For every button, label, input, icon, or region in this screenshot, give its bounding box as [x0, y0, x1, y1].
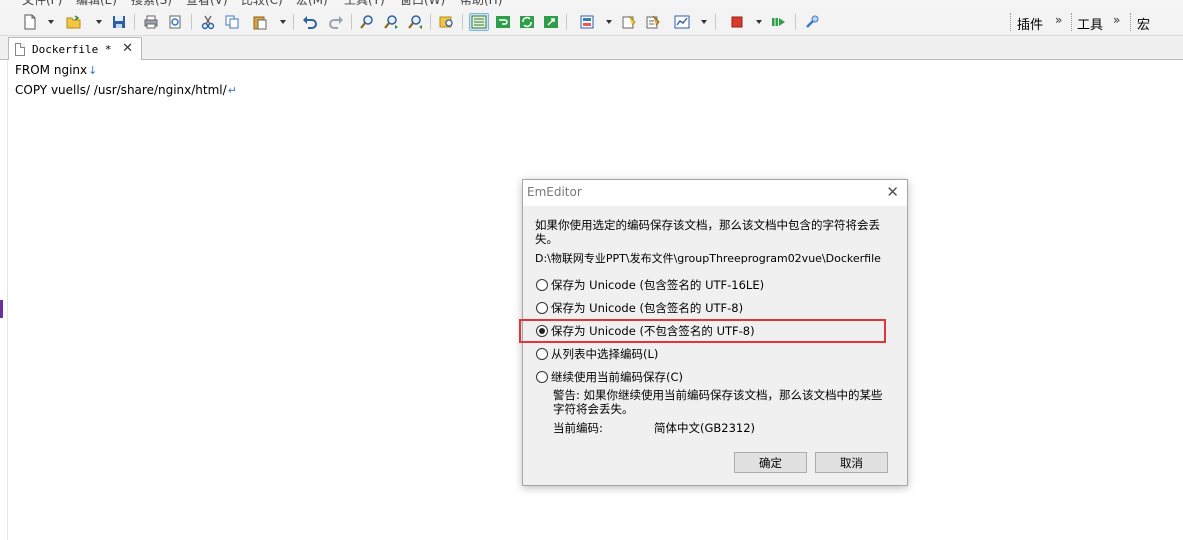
main-toolbar: 插件 » 工具 » 宏 — [0, 8, 1183, 36]
menu-edit[interactable]: 编辑(E) — [76, 0, 117, 8]
menu-bar: 文件(F) 编辑(E) 搜索(S) 查看(V) 比较(C) 宏(M) 工具(T)… — [0, 0, 1183, 8]
option-label: 从列表中选择编码(L) — [551, 347, 659, 361]
code-text: FROM nginx — [15, 63, 88, 77]
line-numbers-icon[interactable] — [469, 13, 489, 31]
menu-view[interactable]: 查看(V) — [186, 0, 228, 8]
find-icon[interactable] — [357, 13, 377, 31]
open-dropdown[interactable] — [94, 13, 104, 31]
code-line[interactable]: FROM nginx↓ — [15, 63, 97, 77]
tab-title: Dockerfile * — [32, 42, 112, 56]
menu-search[interactable]: 搜索(S) — [131, 0, 172, 8]
option-label: 保存为 Unicode (包含签名的 UTF-16LE) — [551, 278, 765, 292]
emeditor-window: 文件(F) 编辑(E) 搜索(S) 查看(V) 比较(C) 宏(M) 工具(T)… — [0, 0, 1183, 540]
tab-dockerfile[interactable]: Dockerfile * ✕ — [8, 37, 142, 60]
radio-button[interactable] — [536, 371, 548, 383]
close-icon[interactable]: ✕ — [886, 183, 899, 201]
customize-icon[interactable] — [643, 13, 663, 31]
newline-marker: ↵ — [227, 84, 237, 97]
newline-marker: ↓ — [88, 64, 98, 77]
option-label: 继续使用当前编码保存(C) — [551, 370, 684, 384]
current-encoding-value: 简体中文(GB2312) — [654, 421, 756, 435]
current-encoding-label: 当前编码: — [553, 421, 603, 435]
radio-button-selected[interactable] — [536, 325, 548, 337]
refresh-icon[interactable] — [517, 13, 537, 31]
tools-toolbar-label[interactable]: 工具 — [1077, 14, 1103, 33]
chart-view-icon[interactable] — [672, 13, 692, 31]
open-folder-icon[interactable] — [64, 13, 84, 31]
plugins-overflow-icon[interactable]: » — [1055, 13, 1062, 27]
document-tab-bar: Dockerfile * ✕ — [0, 36, 1183, 60]
record-macro-icon[interactable] — [727, 13, 747, 31]
split-window-icon[interactable] — [577, 13, 597, 31]
undo-icon[interactable] — [300, 13, 320, 31]
tools-overflow-icon[interactable]: » — [1113, 13, 1120, 27]
encoding-warning-dialog: EmEditor ✕ 如果你使用选定的编码保存该文档，那么该文档中包含的字符将会… — [519, 179, 908, 486]
file-path: D:\物联网专业PPT\发布文件\groupThreeprogram02vue\… — [535, 252, 881, 265]
cut-icon[interactable] — [198, 13, 218, 31]
new-file-dropdown[interactable] — [46, 13, 56, 31]
ok-button[interactable]: 确定 — [734, 452, 807, 473]
radio-button[interactable] — [536, 279, 548, 291]
plugins-toolbar-label[interactable]: 插件 — [1017, 14, 1043, 33]
menu-window[interactable]: 窗口(W) — [400, 0, 445, 8]
wrap-icon[interactable] — [493, 13, 513, 31]
find-next-icon[interactable] — [381, 13, 401, 31]
menu-compare[interactable]: 比较(C) — [241, 0, 283, 8]
print-preview-icon[interactable] — [165, 13, 185, 31]
toolbar-grip[interactable] — [1130, 13, 1133, 31]
option-utf16le-with-bom[interactable]: 保存为 Unicode (包含签名的 UTF-16LE) — [536, 276, 764, 294]
option-utf8-with-bom[interactable]: 保存为 Unicode (包含签名的 UTF-8) — [536, 299, 743, 317]
redo-icon[interactable] — [326, 13, 346, 31]
properties-icon[interactable] — [619, 13, 639, 31]
cancel-button[interactable]: 取消 — [815, 452, 888, 473]
option-choose-from-list[interactable]: 从列表中选择编码(L) — [536, 345, 658, 363]
paste-icon[interactable] — [250, 13, 270, 31]
macros-toolbar-label[interactable]: 宏 — [1137, 14, 1150, 33]
run-macro-icon[interactable] — [769, 13, 789, 31]
close-icon[interactable]: ✕ — [122, 41, 133, 56]
dialog-message: 如果你使用选定的编码保存该文档，那么该文档中包含的字符将会丢失。 — [535, 218, 880, 246]
code-line[interactable]: COPY vuells/ /usr/share/nginx/html/↵ — [15, 83, 237, 97]
option-label: 保存为 Unicode (不包含签名的 UTF-8) — [551, 324, 755, 338]
plugin-tool-icon[interactable] — [802, 13, 822, 31]
menu-file[interactable]: 文件(F) — [22, 0, 62, 8]
split-dropdown[interactable] — [604, 13, 614, 31]
document-icon — [15, 42, 25, 56]
toolbar-grip[interactable] — [1071, 13, 1074, 31]
radio-button[interactable] — [536, 348, 548, 360]
option-label: 保存为 Unicode (包含签名的 UTF-8) — [551, 301, 744, 315]
find-previous-icon[interactable] — [405, 13, 425, 31]
window-edge-marker — [0, 300, 3, 318]
menu-tools[interactable]: 工具(T) — [344, 0, 385, 8]
dialog-title: EmEditor — [527, 185, 582, 199]
code-text: COPY vuells/ /usr/share/nginx/html/ — [15, 83, 227, 97]
paste-dropdown[interactable] — [278, 13, 288, 31]
toolbar-grip[interactable] — [1010, 13, 1013, 31]
save-icon[interactable] — [109, 13, 129, 31]
menu-macro[interactable]: 宏(M) — [296, 0, 328, 8]
radio-button[interactable] — [536, 302, 548, 314]
option-keep-current-encoding[interactable]: 继续使用当前编码保存(C) — [536, 368, 683, 386]
reload-icon[interactable] — [541, 13, 561, 31]
copy-icon[interactable] — [222, 13, 242, 31]
find-in-files-icon[interactable] — [437, 13, 457, 31]
menu-help[interactable]: 帮助(H) — [460, 0, 502, 8]
chart-dropdown[interactable] — [699, 13, 709, 31]
option-utf8-without-bom[interactable]: 保存为 Unicode (不包含签名的 UTF-8) — [536, 322, 755, 340]
print-icon[interactable] — [141, 13, 161, 31]
dialog-titlebar[interactable]: EmEditor ✕ — [523, 180, 907, 206]
new-file-icon[interactable] — [20, 13, 40, 31]
macro-dropdown[interactable] — [754, 13, 764, 31]
warning-text: 警告: 如果你继续使用当前编码保存该文档，那么该文档中的某些字符将会丢失。 — [553, 388, 883, 416]
